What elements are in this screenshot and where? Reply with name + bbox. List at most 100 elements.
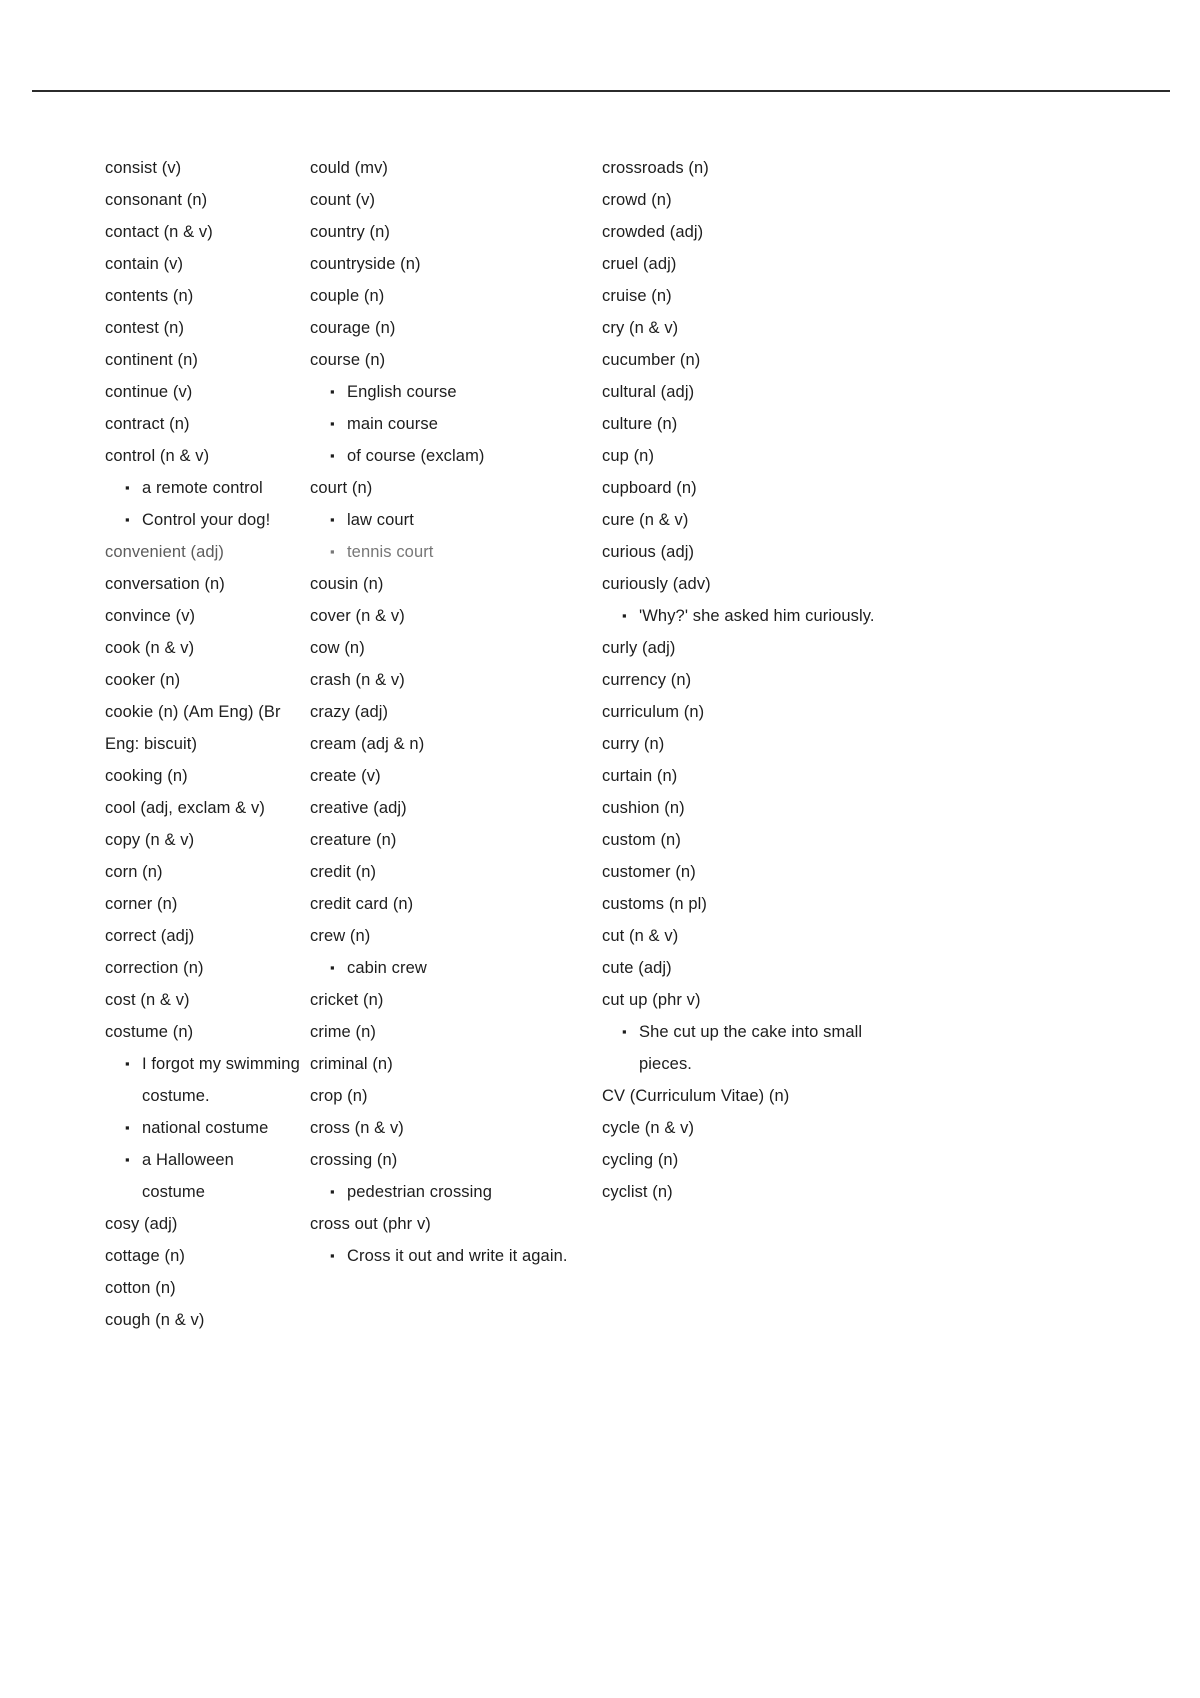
example-item: ▪ tennis court	[310, 536, 598, 568]
headword-item: continue (v)	[105, 383, 193, 401]
example-item: ▪ national costume	[105, 1112, 300, 1144]
headword-item: correct (adj)	[105, 927, 195, 945]
headword-item: cycling (n)	[602, 1151, 679, 1169]
headword-item: cross (n & v)	[310, 1119, 404, 1137]
headword-item: contact (n & v)	[105, 223, 213, 241]
headword-item: cover (n & v)	[310, 607, 405, 625]
headword-item: curry (n)	[602, 735, 665, 753]
wordlist-column-2: could (mv) count (v) country (n) countrysid…	[300, 152, 598, 1272]
headword-item: cost (n & v)	[105, 991, 190, 1009]
headword-item: customs (n pl)	[602, 895, 708, 913]
headword-item: curious (adj)	[602, 543, 695, 561]
headword-item: cut (n & v)	[602, 927, 679, 945]
headword-item: cricket (n)	[310, 991, 384, 1009]
example-text: of course (exclam)	[347, 447, 485, 465]
headword-item: crossing (n)	[310, 1151, 398, 1169]
example-item: ▪ She cut up the cake into small pieces.	[602, 1016, 907, 1080]
example-text: cabin crew	[347, 959, 427, 977]
example-text: a remote control	[142, 479, 263, 497]
headword-item: cucumber (n)	[602, 351, 701, 369]
headword-item: cup (n)	[602, 447, 655, 465]
headword-item: countryside (n)	[310, 255, 421, 273]
bullet-icon: ▪	[330, 512, 335, 527]
headword-item: curly (adj)	[602, 639, 676, 657]
headword-item: cookie (n) (Am Eng) (Br Eng: biscuit)	[105, 703, 281, 753]
example-item: ▪ law court	[310, 504, 598, 536]
headword-item: cupboard (n)	[602, 479, 697, 497]
bullet-icon: ▪	[125, 1120, 130, 1135]
bullet-icon: ▪	[330, 960, 335, 975]
headword-item: create (v)	[310, 767, 381, 785]
headword-item: couple (n)	[310, 287, 385, 305]
headword-item: count (v)	[310, 191, 376, 209]
headword-item: cook (n & v)	[105, 639, 195, 657]
example-text: a Halloween costume	[142, 1151, 234, 1201]
headword-item: cough (n & v)	[105, 1311, 205, 1329]
example-item: ▪ English course	[310, 376, 598, 408]
headword-item: cultural (adj)	[602, 383, 695, 401]
bullet-icon: ▪	[125, 1152, 130, 1167]
headword-item: credit card (n)	[310, 895, 414, 913]
headword-item: cure (n & v)	[602, 511, 689, 529]
bullet-icon: ▪	[330, 384, 335, 399]
headword-item: cry (n & v)	[602, 319, 679, 337]
headword-item: court (n)	[310, 479, 373, 497]
headword-item: corn (n)	[105, 863, 163, 881]
headword-item: courage (n)	[310, 319, 396, 337]
headword-item: creative (adj)	[310, 799, 407, 817]
entry-list-column-2: could (mv) count (v) country (n) countrysid…	[310, 152, 598, 1272]
example-item: ▪ 'Why?' she asked him curiously.	[602, 600, 907, 632]
example-text: Cross it out and write it again.	[347, 1247, 568, 1265]
bullet-icon: ▪	[330, 544, 335, 559]
entry-list-column-3: crossroads (n) crowd (n) crowded (adj) crue…	[602, 152, 978, 1208]
headword-item: contest (n)	[105, 319, 185, 337]
headword-item: conversation (n)	[105, 575, 225, 593]
headword-item: curtain (n)	[602, 767, 678, 785]
headword-item: custom (n)	[602, 831, 681, 849]
headword-item: cooker (n)	[105, 671, 181, 689]
headword-item: crop (n)	[310, 1087, 368, 1105]
headword-item: creature (n)	[310, 831, 397, 849]
bullet-icon: ▪	[330, 416, 335, 431]
headword-item: crowd (n)	[602, 191, 672, 209]
wordlist-column-3: crossroads (n) crowd (n) crowded (adj) crue…	[598, 152, 978, 1208]
example-text: law court	[347, 511, 414, 529]
headword-item: cross out (phr v)	[310, 1215, 431, 1233]
headword-item: correction (n)	[105, 959, 204, 977]
headword-item: crash (n & v)	[310, 671, 405, 689]
bullet-icon: ▪	[622, 608, 627, 623]
headword-item: costume (n)	[105, 1023, 194, 1041]
headword-item: contents (n)	[105, 287, 194, 305]
example-item: ▪ I forgot my swimming costume.	[105, 1048, 300, 1112]
bullet-icon: ▪	[125, 1056, 130, 1071]
bullet-icon: ▪	[125, 480, 130, 495]
example-text: English course	[347, 383, 457, 401]
headword-item: crime (n)	[310, 1023, 376, 1041]
headword-item: cottage (n)	[105, 1247, 185, 1265]
headword-item: course (n)	[310, 351, 386, 369]
headword-item: corner (n)	[105, 895, 178, 913]
example-text: pedestrian crossing	[347, 1183, 492, 1201]
headword-item: contain (v)	[105, 255, 184, 273]
bullet-icon: ▪	[622, 1024, 627, 1039]
headword-item: cyclist (n)	[602, 1183, 673, 1201]
example-item: ▪ main course	[310, 408, 598, 440]
example-item: ▪ Cross it out and write it again.	[310, 1240, 598, 1272]
headword-item: cute (adj)	[602, 959, 672, 977]
bullet-icon: ▪	[330, 1248, 335, 1263]
headword-item: consonant (n)	[105, 191, 208, 209]
headword-item: credit (n)	[310, 863, 377, 881]
wordlist-page: consist (v) consonant (n) contact (n & v) c…	[0, 0, 1200, 1698]
bullet-icon: ▪	[125, 512, 130, 527]
headword-item: crowded (adj)	[602, 223, 704, 241]
headword-item: convince (v)	[105, 607, 196, 625]
headword-item: crossroads (n)	[602, 159, 709, 177]
headword-item: control (n & v)	[105, 447, 210, 465]
example-text: She cut up the cake into small pieces.	[639, 1023, 863, 1073]
example-text: main course	[347, 415, 438, 433]
example-text: national costume	[142, 1119, 269, 1137]
headword-item: currency (n)	[602, 671, 692, 689]
wordlist-columns: consist (v) consonant (n) contact (n & v) c…	[0, 152, 1200, 1336]
headword-item: curriculum (n)	[602, 703, 705, 721]
headword-item: culture (n)	[602, 415, 678, 433]
